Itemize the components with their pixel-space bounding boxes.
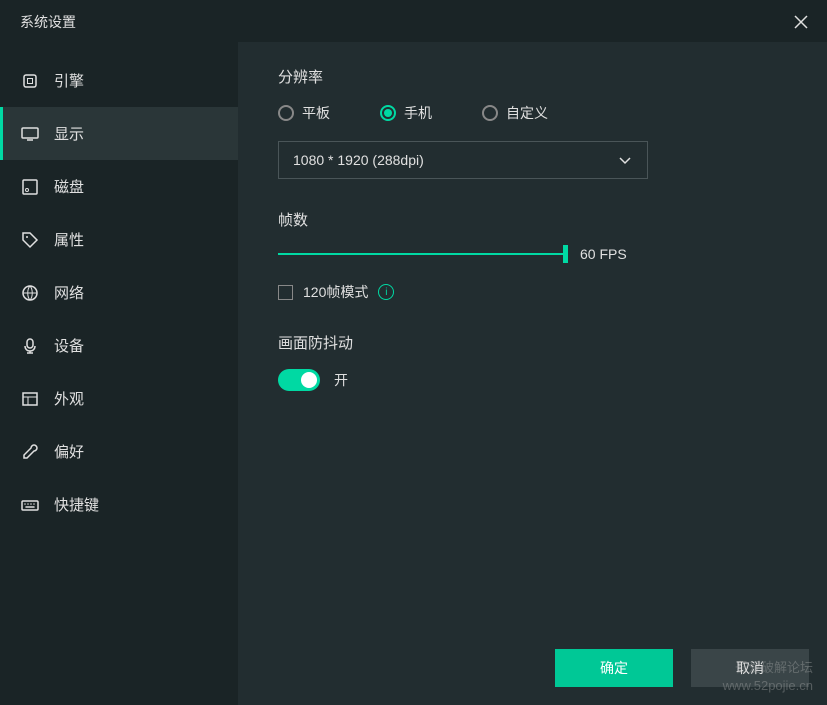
checkbox-label: 120帧模式: [303, 282, 368, 302]
sidebar-item-engine[interactable]: 引擎: [0, 54, 238, 107]
globe-icon: [20, 283, 40, 303]
dropdown-value: 1080 * 1920 (288dpi): [293, 152, 424, 168]
resolution-dropdown[interactable]: 1080 * 1920 (288dpi): [278, 141, 648, 179]
radio-label: 手机: [404, 103, 432, 123]
fps-slider-row: 60 FPS: [278, 246, 787, 262]
button-label: 取消: [736, 658, 764, 678]
content-panel: 分辨率 平板 手机 自定义 1080 * 1920 (288dpi) 帧数: [238, 42, 827, 705]
main-container: 引擎 显示 磁盘 属性 网络: [0, 42, 827, 705]
sidebar-item-preferences[interactable]: 偏好: [0, 425, 238, 478]
mic-icon: [20, 336, 40, 356]
antishake-toggle[interactable]: [278, 369, 320, 391]
layout-icon: [20, 389, 40, 409]
sidebar-item-device[interactable]: 设备: [0, 319, 238, 372]
keyboard-icon: [20, 495, 40, 515]
close-button[interactable]: [789, 10, 813, 34]
chip-icon: [20, 71, 40, 91]
antishake-toggle-row: 开: [278, 369, 787, 391]
sidebar-item-display[interactable]: 显示: [0, 107, 238, 160]
sidebar-item-label: 设备: [54, 335, 84, 356]
radio-label: 自定义: [506, 103, 548, 123]
radio-tablet[interactable]: 平板: [278, 103, 330, 123]
monitor-icon: [20, 124, 40, 144]
fps-slider[interactable]: [278, 253, 568, 255]
fps-120-checkbox-row: 120帧模式 i: [278, 282, 787, 302]
sidebar-item-properties[interactable]: 属性: [0, 213, 238, 266]
radio-circle-icon: [482, 105, 498, 121]
sidebar-item-label: 外观: [54, 388, 84, 409]
sidebar-item-label: 网络: [54, 282, 84, 303]
antishake-label: 画面防抖动: [278, 332, 787, 353]
tag-icon: [20, 230, 40, 250]
info-icon[interactable]: i: [378, 284, 394, 300]
toggle-label: 开: [334, 370, 348, 390]
cancel-button[interactable]: 取消: [691, 649, 809, 687]
radio-label: 平板: [302, 103, 330, 123]
button-label: 确定: [600, 658, 628, 678]
sidebar-item-label: 显示: [54, 123, 84, 144]
radio-custom[interactable]: 自定义: [482, 103, 548, 123]
disk-icon: [20, 177, 40, 197]
fps-120-checkbox[interactable]: [278, 285, 293, 300]
chevron-down-icon: [617, 152, 633, 168]
radio-circle-icon: [380, 105, 396, 121]
sidebar-item-network[interactable]: 网络: [0, 266, 238, 319]
sidebar-item-label: 磁盘: [54, 176, 84, 197]
resolution-label: 分辨率: [278, 66, 787, 87]
wrench-icon: [20, 442, 40, 462]
sidebar-item-label: 引擎: [54, 70, 84, 91]
sidebar: 引擎 显示 磁盘 属性 网络: [0, 42, 238, 705]
sidebar-item-shortcuts[interactable]: 快捷键: [0, 478, 238, 531]
ok-button[interactable]: 确定: [555, 649, 673, 687]
sidebar-item-appearance[interactable]: 外观: [0, 372, 238, 425]
titlebar: 系统设置: [0, 0, 827, 42]
fps-label: 帧数: [278, 209, 787, 230]
close-icon: [794, 15, 808, 29]
sidebar-item-label: 偏好: [54, 441, 84, 462]
sidebar-item-label: 属性: [54, 229, 84, 250]
sidebar-item-label: 快捷键: [54, 494, 99, 515]
sidebar-item-disk[interactable]: 磁盘: [0, 160, 238, 213]
radio-phone[interactable]: 手机: [380, 103, 432, 123]
footer-buttons: 确定 取消: [537, 631, 827, 705]
window-title: 系统设置: [20, 12, 76, 32]
slider-thumb[interactable]: [563, 245, 568, 263]
resolution-radio-group: 平板 手机 自定义: [278, 103, 787, 123]
fps-value: 60 FPS: [580, 246, 627, 262]
radio-circle-icon: [278, 105, 294, 121]
